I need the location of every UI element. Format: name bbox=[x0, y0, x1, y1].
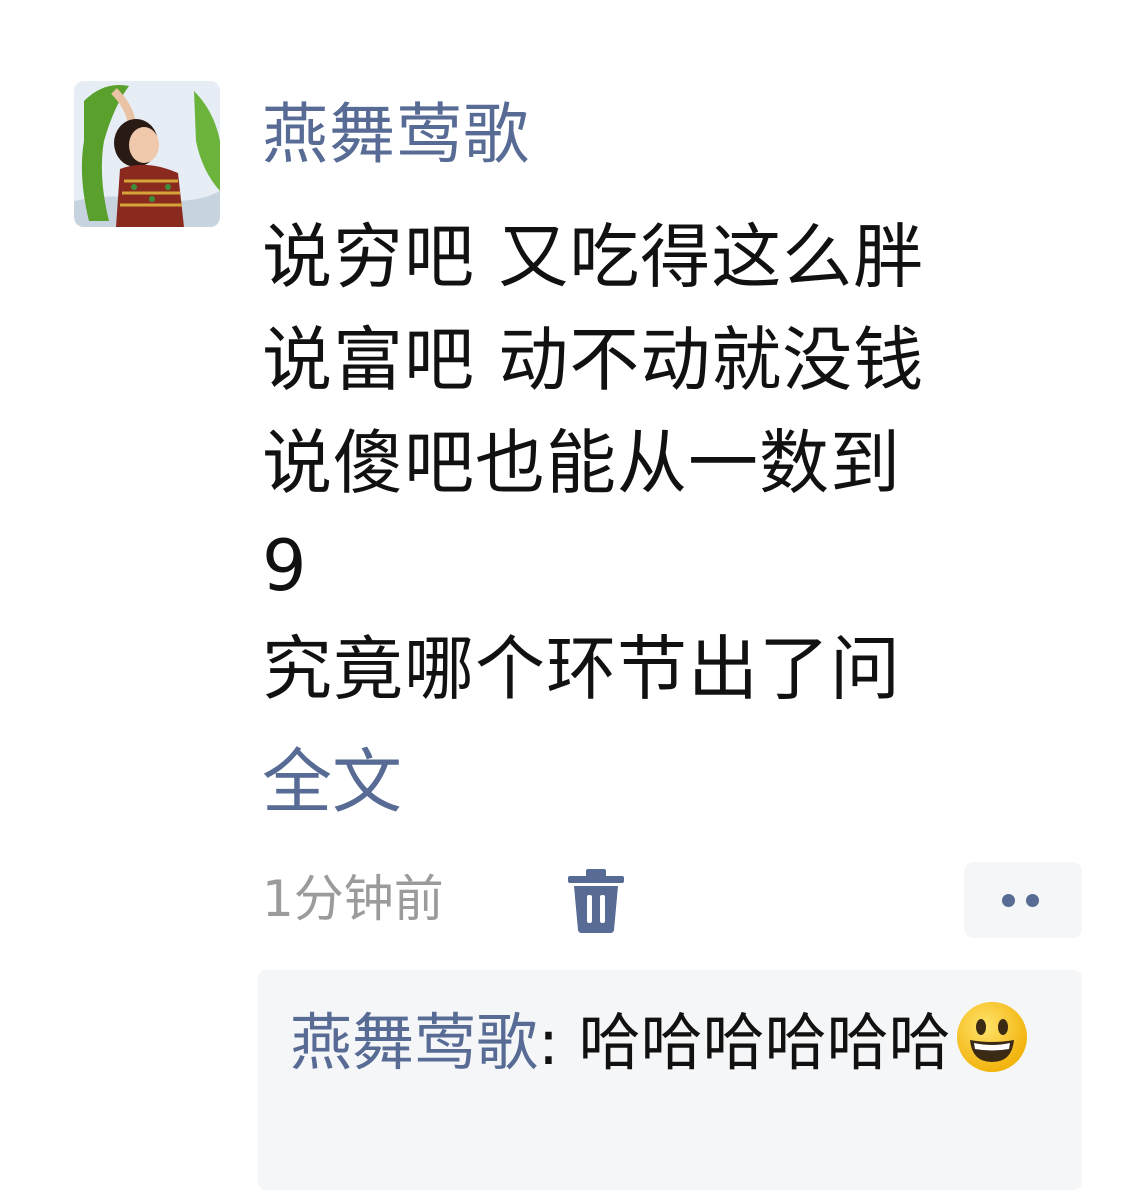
comment-text: 哈哈哈哈哈哈 bbox=[578, 1006, 951, 1079]
smiley-emoji-icon bbox=[955, 1000, 1029, 1074]
author-name[interactable]: 燕舞莺歌 bbox=[262, 92, 530, 178]
content-line: 说傻吧也能从一数到 bbox=[262, 422, 901, 504]
post-timestamp: 1分钟前 bbox=[262, 870, 444, 928]
content-line: 说富吧 动不动就没钱 bbox=[262, 319, 925, 401]
moments-post: 燕舞莺歌 说穷吧 又吃得这么胖 说富吧 动不动就没钱 说傻吧也能从一数到 9 究… bbox=[0, 0, 1125, 1204]
more-dots-icon bbox=[1002, 894, 1015, 907]
more-button[interactable] bbox=[964, 862, 1082, 938]
content-line: 说穷吧 又吃得这么胖 bbox=[262, 216, 925, 298]
avatar[interactable] bbox=[74, 81, 220, 227]
more-dots-icon bbox=[1026, 894, 1039, 907]
content-line: 究竟哪个环节出了问 bbox=[262, 628, 901, 710]
post-content: 说穷吧 又吃得这么胖 说富吧 动不动就没钱 说傻吧也能从一数到 9 究竟哪个环节… bbox=[262, 206, 1062, 721]
comments-panel: 燕舞莺歌: 哈哈哈哈哈哈 bbox=[258, 970, 1082, 1190]
comment-separator: : bbox=[538, 1006, 579, 1079]
comment-item[interactable]: 燕舞莺歌: 哈哈哈哈哈哈 bbox=[290, 1000, 1030, 1084]
trash-icon[interactable] bbox=[566, 868, 626, 934]
comment-author[interactable]: 燕舞莺歌 bbox=[290, 1006, 538, 1079]
full-text-link[interactable]: 全文 bbox=[262, 732, 402, 832]
content-line: 9 bbox=[262, 525, 308, 607]
